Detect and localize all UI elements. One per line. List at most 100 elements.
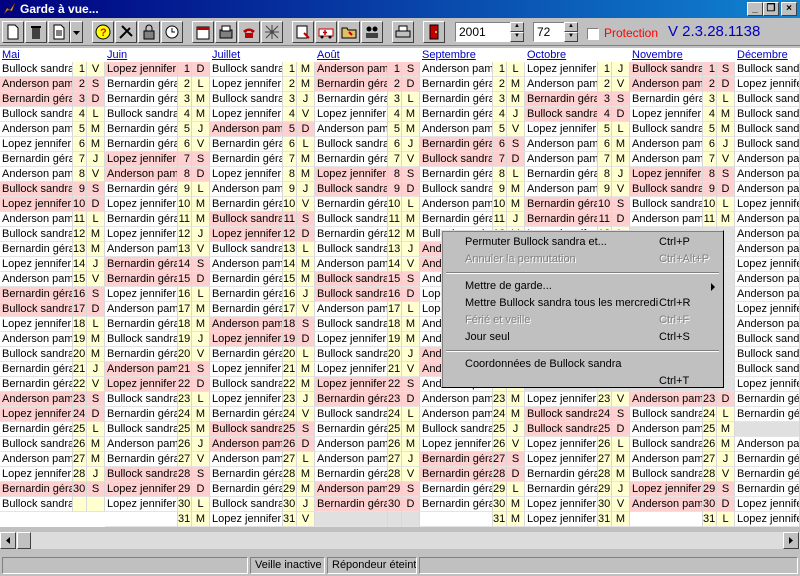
phone-button[interactable] xyxy=(238,21,260,43)
number-up-arrow-icon[interactable]: ▲ xyxy=(564,22,578,32)
team-button[interactable] xyxy=(361,21,383,43)
grid-name-cell[interactable]: Anderson pamela xyxy=(0,212,73,227)
grid-name-cell[interactable]: Lopez jennifer xyxy=(315,107,388,122)
grid-name-cell[interactable]: Bernardin géral xyxy=(420,167,493,182)
grid-name-cell[interactable]: Bullock sandra xyxy=(105,467,178,482)
grid-name-cell[interactable]: Anderson pamela xyxy=(0,77,73,92)
grid-name-cell[interactable]: Bernardin géral xyxy=(210,467,283,482)
grid-name-cell[interactable]: Bernardin géral xyxy=(735,407,800,422)
network-button[interactable] xyxy=(261,21,283,43)
grid-name-cell[interactable]: Bernardin géral xyxy=(420,77,493,92)
grid-name-cell[interactable]: Lopez jennifer xyxy=(210,167,283,182)
grid-name-cell[interactable]: Bernardin géral xyxy=(315,197,388,212)
grid-name-cell[interactable] xyxy=(315,512,388,527)
month-header-5[interactable]: Octobre xyxy=(525,48,630,62)
title-bar[interactable]: Garde à vue... _ ❐ × xyxy=(0,0,800,18)
grid-name-cell[interactable]: Bullock sandra xyxy=(315,212,388,227)
menu-item-4[interactable]: Mettre Bullock sandra tous les mercredi C… xyxy=(444,295,721,312)
grid-name-cell[interactable]: Anderson pamela xyxy=(630,422,703,437)
grid-name-cell[interactable]: Bullock sandra xyxy=(630,437,703,452)
year-input[interactable]: 2001 xyxy=(455,22,511,42)
grid-name-cell[interactable]: Anderson pamela xyxy=(0,332,73,347)
grid-name-cell[interactable]: Bernardin géral xyxy=(105,92,178,107)
grid-name-cell[interactable]: Lopez jennifer xyxy=(735,302,800,317)
grid-name-cell[interactable]: Lopez jennifer xyxy=(630,167,703,182)
grid-name-cell[interactable]: Bullock sandra xyxy=(210,422,283,437)
document-button[interactable] xyxy=(48,21,70,43)
grid-name-cell[interactable]: Lopez jennifer xyxy=(210,107,283,122)
grid-name-cell[interactable]: Anderson pamela xyxy=(735,227,800,242)
grid-name-cell[interactable]: Bullock sandra xyxy=(735,62,800,77)
grid-name-cell[interactable]: Bullock sandra xyxy=(0,182,73,197)
grid-name-cell[interactable]: Lopez jennifer xyxy=(525,497,598,512)
grid-name-cell[interactable]: Lopez jennifer xyxy=(735,257,800,272)
grid-name-cell[interactable]: Lopez jennifer xyxy=(420,437,493,452)
grid-name-cell[interactable]: Anderson pamela xyxy=(0,122,73,137)
grid-name-cell[interactable]: Bernardin géral xyxy=(525,482,598,497)
grid-name-cell[interactable]: Bullock sandra xyxy=(420,182,493,197)
lock-button[interactable] xyxy=(138,21,160,43)
grid-name-cell[interactable]: Lopez jennifer xyxy=(525,392,598,407)
grid-name-cell[interactable]: Bernardin géral xyxy=(420,212,493,227)
grid-name-cell[interactable]: Bernardin géral xyxy=(315,392,388,407)
grid-name-cell[interactable]: Bernardin géral xyxy=(525,467,598,482)
grid-name-cell[interactable]: Lopez jennifer xyxy=(210,362,283,377)
grid-name-cell[interactable]: Lopez jennifer xyxy=(210,332,283,347)
grid-name-cell[interactable]: Anderson pamela xyxy=(210,317,283,332)
grid-name-cell[interactable]: Anderson pamela xyxy=(315,437,388,452)
grid-name-cell[interactable]: Bernardin géral xyxy=(210,482,283,497)
grid-name-cell[interactable]: Bernardin géral xyxy=(210,197,283,212)
fax-button[interactable] xyxy=(215,21,237,43)
tools-button[interactable] xyxy=(115,21,137,43)
new-button[interactable] xyxy=(2,21,24,43)
grid-name-cell[interactable]: Bernardin géral xyxy=(420,497,493,512)
grid-name-cell[interactable]: Bernardin géral xyxy=(630,92,703,107)
grid-name-cell[interactable]: Bernardin géral xyxy=(420,467,493,482)
grid-name-cell[interactable]: Bullock sandra xyxy=(735,137,800,152)
grid-name-cell[interactable]: Lopez jennifer xyxy=(525,122,598,137)
grid-name-cell[interactable]: Lopez jennifer xyxy=(735,77,800,92)
grid-name-cell[interactable]: Anderson pamela xyxy=(0,392,73,407)
grid-name-cell[interactable]: Anderson pamela xyxy=(525,182,598,197)
grid-name-cell[interactable]: Bullock sandra xyxy=(210,212,283,227)
grid-name-cell[interactable]: Anderson pamela xyxy=(525,77,598,92)
grid-name-cell[interactable]: Anderson pamela xyxy=(105,362,178,377)
grid-name-cell[interactable] xyxy=(105,512,178,527)
grid-name-cell[interactable]: Lopez jennifer xyxy=(525,452,598,467)
grid-name-cell[interactable]: Anderson pamela xyxy=(210,122,283,137)
grid-name-cell[interactable]: Bernardin géral xyxy=(210,137,283,152)
grid-name-cell[interactable]: Bullock sandra xyxy=(735,107,800,122)
document-dropdown[interactable] xyxy=(70,21,83,43)
grid-name-cell[interactable]: Bullock sandra xyxy=(315,287,388,302)
grid-name-cell[interactable]: Bernardin géral xyxy=(105,257,178,272)
grid-name-cell[interactable]: Bernardin géral xyxy=(525,92,598,107)
grid-name-cell[interactable]: Bernardin géral xyxy=(105,182,178,197)
minimize-button[interactable]: _ xyxy=(747,2,763,16)
grid-name-cell[interactable]: Bernardin géral xyxy=(210,272,283,287)
grid-name-cell[interactable]: Bernardin géral xyxy=(315,422,388,437)
grid-name-cell[interactable]: Bullock sandra xyxy=(630,197,703,212)
grid-name-cell[interactable]: Anderson pamela xyxy=(210,182,283,197)
grid-name-cell[interactable]: Anderson pamela xyxy=(315,302,388,317)
help-button[interactable]: ? xyxy=(92,21,114,43)
delete-button[interactable] xyxy=(25,21,47,43)
grid-name-cell[interactable]: Lopez jennifer xyxy=(210,77,283,92)
scroll-thumb[interactable] xyxy=(17,532,31,549)
grid-name-cell[interactable]: Anderson pamela xyxy=(105,437,178,452)
grid-name-cell[interactable]: Anderson pamela xyxy=(735,242,800,257)
calendar-button[interactable] xyxy=(192,21,214,43)
grid-name-cell[interactable]: Bullock sandra xyxy=(735,92,800,107)
grid-name-cell[interactable]: Lopez jennifer xyxy=(525,62,598,77)
exit-button[interactable] xyxy=(423,21,445,43)
grid-name-cell[interactable]: Bernardin géral xyxy=(0,482,73,497)
grid-name-cell[interactable]: Bernardin géral xyxy=(735,482,800,497)
grid-name-cell[interactable]: Anderson pamela xyxy=(105,167,178,182)
grid-name-cell[interactable]: Bullock sandra xyxy=(420,422,493,437)
year-up-arrow-icon[interactable]: ▲ xyxy=(510,22,524,32)
menu-item-9[interactable]: Ctrl+T xyxy=(444,373,721,390)
grid-name-cell[interactable]: Anderson pamela xyxy=(105,302,178,317)
grid-name-cell[interactable]: Lopez jennifer xyxy=(630,107,703,122)
grid-name-cell[interactable]: Bullock sandra xyxy=(105,107,178,122)
grid-name-cell[interactable]: Bernardin géral xyxy=(105,452,178,467)
grid-name-cell[interactable]: Bernardin géral xyxy=(105,137,178,152)
